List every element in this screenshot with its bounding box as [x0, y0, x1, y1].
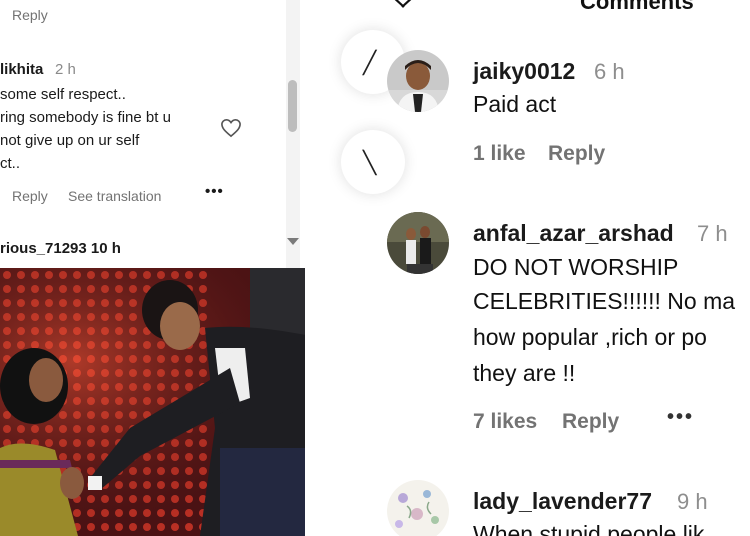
comment-text-line: how popular ,rich or po: [473, 324, 707, 350]
page-title: Comments: [580, 0, 694, 14]
comments-panel: Comments ╱ ╲ jaiky0012 6 h Paid act 1 li…: [305, 0, 750, 536]
comment-text-line: CELEBRITIES!!!!!! No ma: [473, 288, 736, 314]
more-options-icon[interactable]: •••: [205, 183, 224, 200]
comment-username[interactable]: likhita: [0, 61, 43, 78]
comment-text-line: ct..: [0, 155, 21, 172]
comment-time: 2 h: [55, 61, 76, 78]
avatar[interactable]: [387, 480, 449, 536]
see-translation-link[interactable]: See translation: [68, 188, 161, 204]
comment-text-line: some self respect..: [0, 86, 126, 103]
chevron-icon: ╲: [363, 150, 377, 175]
close-icon[interactable]: [391, 0, 415, 10]
scrollbar-thumb[interactable]: [288, 80, 297, 132]
reply-button[interactable]: Reply: [12, 7, 48, 23]
comment-time: 9 h: [677, 489, 708, 514]
nav-bubble-button[interactable]: ╲: [341, 130, 405, 194]
reply-button[interactable]: Reply: [548, 142, 605, 166]
comment-username[interactable]: jaiky0012: [473, 58, 575, 85]
comment-time: 6 h: [594, 59, 625, 84]
avatar[interactable]: [387, 50, 449, 112]
comment-time: 7 h: [697, 221, 728, 246]
reply-button[interactable]: Reply: [562, 410, 619, 434]
comment-username[interactable]: rious_71293 10 h: [0, 240, 121, 257]
likes-count[interactable]: 1 like: [473, 142, 526, 166]
heart-icon[interactable]: [220, 118, 242, 138]
comment-username[interactable]: lady_lavender77: [473, 488, 652, 515]
avatar[interactable]: [387, 212, 449, 274]
likes-count[interactable]: 7 likes: [473, 410, 537, 434]
more-options-icon[interactable]: •••: [667, 406, 694, 429]
left-comments-panel: Reply likhita 2 h some self respect.. ri…: [0, 0, 305, 268]
comment-text-line: When stupid people lik: [473, 521, 705, 536]
comment-text-line: not give up on ur self: [0, 132, 140, 149]
scroll-down-arrow-icon[interactable]: [287, 238, 299, 245]
comment-text-line: Paid act: [473, 91, 557, 117]
comment-text-line: they are !!: [473, 360, 576, 386]
comment-text-line: ring somebody is fine bt u: [0, 109, 171, 126]
chevron-icon: ╱: [363, 50, 377, 75]
comment-username[interactable]: anfal_azar_arshad: [473, 220, 674, 247]
comment-text-line: DO NOT WORSHIP: [473, 254, 679, 280]
reply-button[interactable]: Reply: [12, 188, 48, 204]
scrollbar-track[interactable]: [286, 0, 300, 268]
